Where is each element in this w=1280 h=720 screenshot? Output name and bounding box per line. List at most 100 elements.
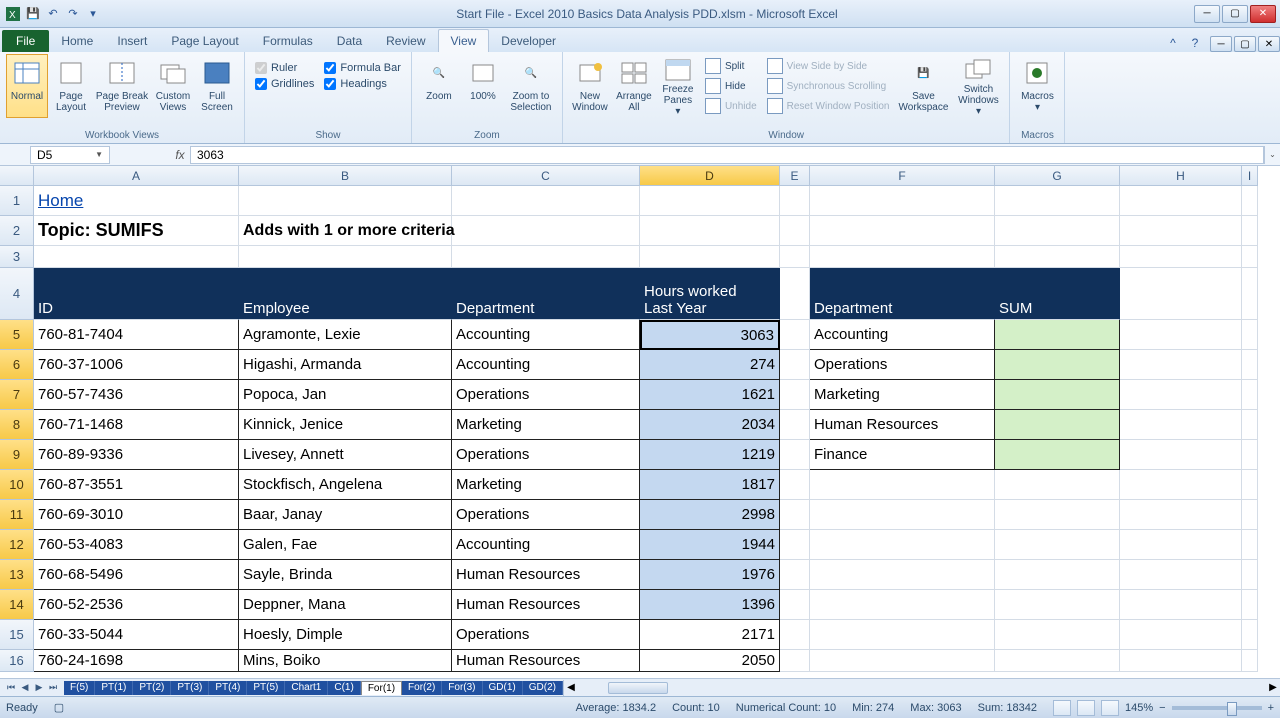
cell[interactable] (995, 246, 1120, 268)
cell[interactable] (1120, 470, 1242, 500)
cell[interactable] (780, 410, 810, 440)
cell[interactable] (780, 268, 810, 320)
tab-review[interactable]: Review (374, 30, 437, 52)
cell[interactable] (810, 216, 995, 246)
cell-hours[interactable]: 1621 (640, 380, 780, 410)
cell-id[interactable]: 760-24-1698 (34, 650, 239, 672)
cell-emp[interactable]: Hoesly, Dimple (239, 620, 452, 650)
cell[interactable] (810, 530, 995, 560)
hide-button[interactable]: Hide (705, 76, 757, 96)
row-header[interactable]: 2 (0, 216, 34, 246)
cell[interactable] (1242, 186, 1258, 216)
workbook-close-button[interactable]: ✕ (1258, 36, 1280, 52)
col-header-F[interactable]: F (810, 166, 995, 186)
cell[interactable] (1120, 380, 1242, 410)
cell[interactable] (1120, 350, 1242, 380)
tab-page-layout[interactable]: Page Layout (159, 30, 250, 52)
row-header[interactable]: 3 (0, 246, 34, 268)
cell[interactable] (1242, 590, 1258, 620)
cell[interactable] (995, 186, 1120, 216)
cell[interactable] (995, 530, 1120, 560)
cell[interactable] (780, 350, 810, 380)
sheet-tab[interactable]: PT(2) (133, 681, 171, 695)
cell-sumdept[interactable]: Finance (810, 440, 995, 470)
cell[interactable] (780, 440, 810, 470)
cell-emp[interactable]: Galen, Fae (239, 530, 452, 560)
cell-hours[interactable]: 3063 (640, 320, 780, 350)
freeze-panes-button[interactable]: Freeze Panes ▾ (657, 54, 699, 118)
cell-dept[interactable]: Accounting (452, 530, 640, 560)
row-header[interactable]: 1 (0, 186, 34, 216)
cell[interactable] (780, 216, 810, 246)
new-window-button[interactable]: New Window (569, 54, 611, 118)
sheet-tab[interactable]: Chart1 (285, 681, 328, 695)
cell[interactable] (780, 470, 810, 500)
cell[interactable] (780, 320, 810, 350)
cell-hours[interactable]: 2998 (640, 500, 780, 530)
cell-id[interactable]: 760-37-1006 (34, 350, 239, 380)
sheet-tab[interactable]: PT(5) (247, 681, 285, 695)
cell-emp[interactable]: Mins, Boiko (239, 650, 452, 672)
normal-view-button[interactable]: Normal (6, 54, 48, 118)
header-dept2[interactable]: Department (810, 268, 995, 320)
cell[interactable] (1120, 560, 1242, 590)
cell[interactable] (780, 560, 810, 590)
cell[interactable] (780, 246, 810, 268)
cell-id[interactable]: 760-68-5496 (34, 560, 239, 590)
cell[interactable] (1120, 410, 1242, 440)
cell-id[interactable]: 760-89-9336 (34, 440, 239, 470)
cell[interactable] (995, 560, 1120, 590)
page-layout-button[interactable]: Page Layout (50, 54, 92, 118)
cell-sumval[interactable] (995, 410, 1120, 440)
arrange-all-button[interactable]: Arrange All (613, 54, 655, 118)
cell[interactable] (1120, 440, 1242, 470)
header-hours[interactable]: Hours workedLast Year (640, 268, 780, 320)
col-header-D[interactable]: D (640, 166, 780, 186)
cell[interactable] (995, 620, 1120, 650)
col-header-H[interactable]: H (1120, 166, 1242, 186)
header-sum[interactable]: SUM (995, 268, 1120, 320)
select-all-corner[interactable] (0, 166, 34, 186)
formula-input[interactable]: 3063 (190, 146, 1264, 164)
cell[interactable] (1242, 320, 1258, 350)
cell-dept[interactable]: Human Resources (452, 650, 640, 672)
cell[interactable] (810, 246, 995, 268)
cell[interactable] (1242, 440, 1258, 470)
cell[interactable] (1242, 380, 1258, 410)
close-button[interactable]: ✕ (1250, 5, 1276, 23)
cell[interactable] (810, 650, 995, 672)
recording-icon[interactable]: ▢ (54, 701, 64, 714)
page-layout-view-icon[interactable] (1077, 700, 1095, 716)
col-header-B[interactable]: B (239, 166, 452, 186)
cell-dept[interactable]: Marketing (452, 410, 640, 440)
cell[interactable] (780, 186, 810, 216)
cell[interactable] (1120, 590, 1242, 620)
cell[interactable] (1242, 530, 1258, 560)
sheet-tab[interactable]: C(1) (328, 681, 360, 695)
cell[interactable] (1120, 650, 1242, 672)
row-header[interactable]: 6 (0, 350, 34, 380)
save-workspace-button[interactable]: 💾Save Workspace (895, 54, 951, 118)
ruler-checkbox[interactable]: Ruler (255, 62, 314, 74)
sheet-last-icon[interactable]: ⏭ (46, 681, 60, 695)
cell[interactable] (780, 620, 810, 650)
save-icon[interactable]: 💾 (24, 5, 42, 23)
sheet-tab[interactable]: PT(4) (209, 681, 247, 695)
col-header-I[interactable]: I (1242, 166, 1258, 186)
tab-developer[interactable]: Developer (489, 30, 568, 52)
cell[interactable] (995, 650, 1120, 672)
cell[interactable] (810, 620, 995, 650)
cell[interactable] (1120, 620, 1242, 650)
minimize-button[interactable]: ─ (1194, 5, 1220, 23)
row-header[interactable]: 15 (0, 620, 34, 650)
formula-bar-checkbox[interactable]: Formula Bar (324, 62, 401, 74)
cell[interactable] (780, 590, 810, 620)
zoom-in-button[interactable]: + (1268, 702, 1274, 714)
col-header-E[interactable]: E (780, 166, 810, 186)
excel-icon[interactable]: X (4, 5, 22, 23)
zoom-level[interactable]: 145% (1125, 702, 1153, 714)
cell[interactable] (1120, 320, 1242, 350)
cell-emp[interactable]: Stockfisch, Angelena (239, 470, 452, 500)
cell-dept[interactable]: Operations (452, 500, 640, 530)
row-header[interactable]: 14 (0, 590, 34, 620)
